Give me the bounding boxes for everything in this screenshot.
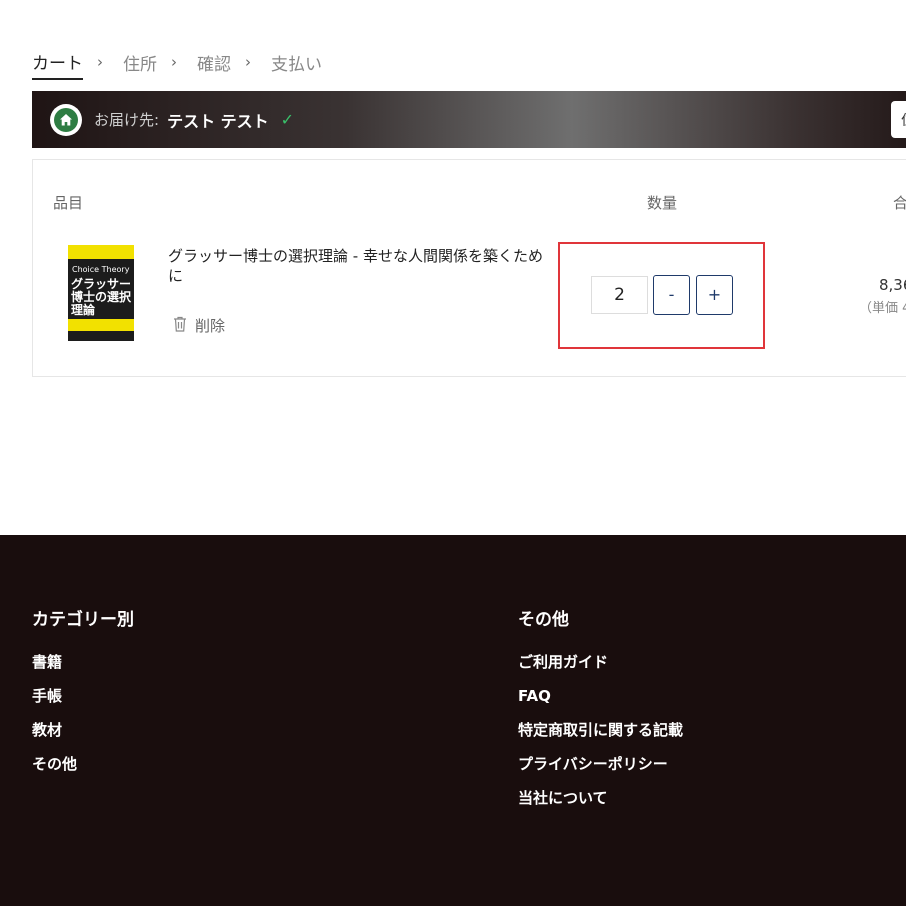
chevron-right-icon: › <box>171 53 177 71</box>
footer-heading-categories: カテゴリー別 <box>32 610 134 630</box>
breadcrumb-step-confirm[interactable]: 確認 <box>197 50 231 79</box>
cover-title-text: グラッサー博士の選択理論 <box>71 277 132 317</box>
footer-link-privacy[interactable]: プライバシーポリシー <box>518 754 683 788</box>
footer-column-other: その他 ご利用ガイド FAQ 特定商取引に関する記載 プライバシーポリシー 当社… <box>518 605 683 822</box>
chevron-right-icon: › <box>97 53 103 71</box>
footer-link-other[interactable]: その他 <box>32 754 134 788</box>
delivery-label: お届け先: <box>94 111 160 129</box>
breadcrumb-step-address[interactable]: 住所 <box>123 50 157 79</box>
column-header-total: 合計 <box>893 194 906 212</box>
product-image[interactable]: Choice Theory グラッサー博士の選択理論 <box>68 245 134 341</box>
item-unit-price: （単価 4 <box>859 301 906 316</box>
item-total-price: 8,36 <box>879 276 906 294</box>
delivery-bar: お届け先: テスト テスト ✓ 住所 <box>32 91 906 148</box>
footer-link-materials[interactable]: 教材 <box>32 720 134 754</box>
trash-icon <box>173 316 187 336</box>
check-icon: ✓ <box>280 110 295 129</box>
quantity-input[interactable] <box>591 276 648 314</box>
page: カート › 住所 › 確認 › 支払い お届け先: テスト テスト ✓ 住所 品… <box>0 0 906 906</box>
chevron-right-icon: › <box>245 53 251 71</box>
cover-top-text: Choice Theory <box>72 265 130 274</box>
product-title[interactable]: グラッサー博士の選択理論 - 幸せな人間関係を築くために <box>168 246 548 286</box>
breadcrumb-step-payment[interactable]: 支払い <box>271 50 322 79</box>
footer-link-faq[interactable]: FAQ <box>518 686 683 720</box>
footer-link-planners[interactable]: 手帳 <box>32 686 134 720</box>
footer-link-books[interactable]: 書籍 <box>32 652 134 686</box>
delete-button[interactable]: 削除 <box>173 315 225 336</box>
breadcrumb: カート › 住所 › 確認 › 支払い <box>32 49 322 80</box>
quantity-decrease-button[interactable]: - <box>653 275 690 315</box>
column-header-item: 品目 <box>53 194 84 212</box>
quantity-increase-button[interactable]: + <box>696 275 733 315</box>
home-icon <box>50 103 82 136</box>
footer-link-guide[interactable]: ご利用ガイド <box>518 652 683 686</box>
delivery-name: テスト テスト <box>167 111 269 131</box>
footer-column-categories: カテゴリー別 書籍 手帳 教材 その他 <box>32 605 134 788</box>
footer-link-legal[interactable]: 特定商取引に関する記載 <box>518 720 683 754</box>
footer: カテゴリー別 書籍 手帳 教材 その他 その他 ご利用ガイド FAQ 特定商取引… <box>0 535 906 906</box>
cart-table: 品目 数量 合計 Choice Theory グラッサー博士の選択理論 グラッサ… <box>32 159 906 377</box>
footer-link-about[interactable]: 当社について <box>518 788 683 822</box>
breadcrumb-step-cart[interactable]: カート <box>32 49 83 80</box>
change-address-button[interactable]: 住所 <box>891 101 906 138</box>
footer-heading-other: その他 <box>518 610 569 630</box>
delete-label: 削除 <box>195 317 226 335</box>
column-header-quantity: 数量 <box>647 194 678 212</box>
